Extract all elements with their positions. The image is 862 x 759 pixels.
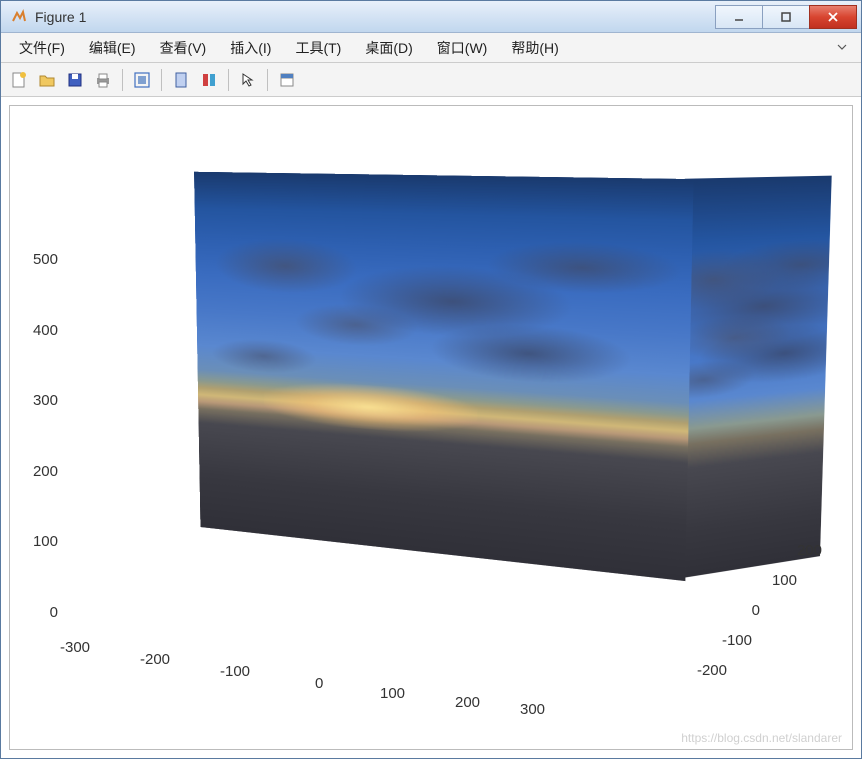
tick-label: 0 <box>752 602 760 619</box>
menu-file[interactable]: 文件(F) <box>7 34 77 62</box>
tick-label: 200 <box>797 542 822 559</box>
surface-3d <box>188 171 705 581</box>
tick-label: 100 <box>772 572 797 589</box>
tick-label: 0 <box>18 604 58 621</box>
z-axis-ticks: 500 400 300 200 100 0 <box>18 251 58 621</box>
tick-label: -200 <box>140 651 170 668</box>
menu-overflow-icon[interactable] <box>829 37 855 59</box>
tick-label: 500 <box>18 251 58 268</box>
menu-desktop[interactable]: 桌面(D) <box>353 34 424 62</box>
tick-label: -100 <box>722 632 752 649</box>
menu-view[interactable]: 查看(V) <box>148 34 219 62</box>
open-icon[interactable] <box>35 68 59 92</box>
menu-help[interactable]: 帮助(H) <box>499 34 570 62</box>
watermark: https://blog.csdn.net/slandarer <box>681 731 842 745</box>
window-title: Figure 1 <box>33 9 716 25</box>
tick-label: 100 <box>380 685 405 702</box>
figure-canvas[interactable]: 500 400 300 200 100 0 <box>9 105 853 750</box>
tick-label: -300 <box>60 639 90 656</box>
tick-label: 400 <box>18 322 58 339</box>
menubar: 文件(F) 编辑(E) 查看(V) 插入(I) 工具(T) 桌面(D) 窗口(W… <box>1 33 861 63</box>
tick-label: -100 <box>220 663 250 680</box>
menu-window[interactable]: 窗口(W) <box>425 34 500 62</box>
print-icon[interactable] <box>91 68 115 92</box>
datacursor-icon[interactable] <box>130 68 154 92</box>
face-right-image <box>677 176 832 579</box>
minimize-button[interactable] <box>715 5 763 29</box>
face-front-image <box>194 172 694 582</box>
window-controls <box>716 5 857 29</box>
tick-label: 200 <box>18 463 58 480</box>
tick-label: -200 <box>697 662 727 679</box>
figure-window: Figure 1 文件(F) 编辑(E) 查看(V) 插入(I) 工具(T) 桌… <box>0 0 862 759</box>
colorbar-icon[interactable] <box>197 68 221 92</box>
menu-tools[interactable]: 工具(T) <box>283 34 353 62</box>
toolbar-separator <box>267 69 268 91</box>
toolbar-separator <box>228 69 229 91</box>
arrow-icon[interactable] <box>236 68 260 92</box>
toolbar-separator <box>161 69 162 91</box>
properties-icon[interactable] <box>275 68 299 92</box>
tick-label: 300 <box>520 701 545 718</box>
tick-label: 100 <box>18 533 58 550</box>
tick-label: 200 <box>455 694 480 711</box>
sky-clouds <box>680 215 831 422</box>
titlebar: Figure 1 <box>1 1 861 33</box>
tick-label: 300 <box>18 392 58 409</box>
x-axis-ticks: -300 -200 -100 0 100 200 300 <box>60 639 530 699</box>
toolbar-separator <box>122 69 123 91</box>
y-axis-ticks: 200 100 0 -100 -200 <box>582 539 822 689</box>
menu-edit[interactable]: 编辑(E) <box>77 34 148 62</box>
figure-body: 500 400 300 200 100 0 <box>1 97 861 758</box>
close-button[interactable] <box>809 5 857 29</box>
link-icon[interactable] <box>169 68 193 92</box>
toolbar <box>1 63 861 97</box>
new-figure-icon[interactable] <box>7 68 31 92</box>
maximize-button[interactable] <box>762 5 810 29</box>
matlab-icon <box>11 9 27 25</box>
menu-insert[interactable]: 插入(I) <box>218 34 283 62</box>
save-icon[interactable] <box>63 68 87 92</box>
tick-label: 0 <box>315 675 323 692</box>
